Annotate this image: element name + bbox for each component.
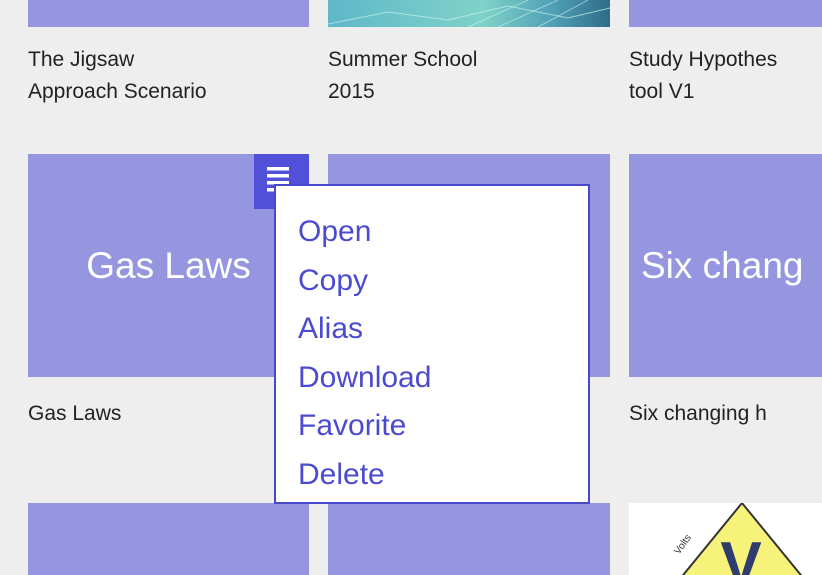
tile-summer-school-image[interactable] bbox=[328, 0, 610, 27]
tile-row3-voltage-image[interactable]: V Volts bbox=[629, 503, 822, 575]
caption-line: tool V1 bbox=[629, 80, 695, 103]
tile-jigsaw-approach[interactable] bbox=[28, 0, 309, 27]
caption-gas-laws[interactable]: Gas Laws bbox=[28, 398, 268, 430]
caption-summer-school[interactable]: Summer School 2015 bbox=[328, 44, 609, 108]
caption-line: Summer School bbox=[328, 48, 478, 71]
tile-six-changing[interactable]: Six chang bbox=[629, 154, 822, 377]
caption-line: Gas Laws bbox=[28, 402, 122, 425]
context-menu: Open Copy Alias Download Favorite Delete bbox=[274, 184, 590, 504]
triangle-label: Volts bbox=[672, 533, 693, 557]
menu-item-favorite[interactable]: Favorite bbox=[276, 402, 588, 451]
menu-item-delete[interactable]: Delete bbox=[276, 451, 588, 500]
menu-item-copy[interactable]: Copy bbox=[276, 257, 588, 306]
activity-grid: The Jigsaw Approach Scenario Summer Scho… bbox=[0, 0, 822, 575]
caption-jigsaw-approach[interactable]: The Jigsaw Approach Scenario bbox=[28, 44, 309, 108]
menu-item-download[interactable]: Download bbox=[276, 354, 588, 403]
caption-line: Study Hypothes bbox=[629, 48, 778, 71]
caption-line: The Jigsaw bbox=[28, 48, 135, 71]
menu-item-alias[interactable]: Alias bbox=[276, 305, 588, 354]
tile-row3-left[interactable] bbox=[28, 503, 309, 575]
caption-study-hypothesis[interactable]: Study Hypothes tool V1 bbox=[629, 44, 822, 108]
tile-study-hypothesis[interactable] bbox=[629, 0, 822, 27]
triangle-letter: V bbox=[720, 530, 761, 575]
caption-line: Six changing h bbox=[629, 402, 767, 425]
menu-item-open[interactable]: Open bbox=[276, 208, 588, 257]
summer-school-thumbnail bbox=[328, 0, 610, 27]
caption-six-changing[interactable]: Six changing h bbox=[629, 398, 822, 430]
caption-line: 2015 bbox=[328, 80, 375, 103]
tile-title: Six chang bbox=[641, 244, 804, 286]
tile-row3-middle[interactable] bbox=[328, 503, 610, 575]
caption-line: Approach Scenario bbox=[28, 80, 207, 103]
voltage-triangle-thumbnail: V Volts bbox=[672, 503, 803, 575]
